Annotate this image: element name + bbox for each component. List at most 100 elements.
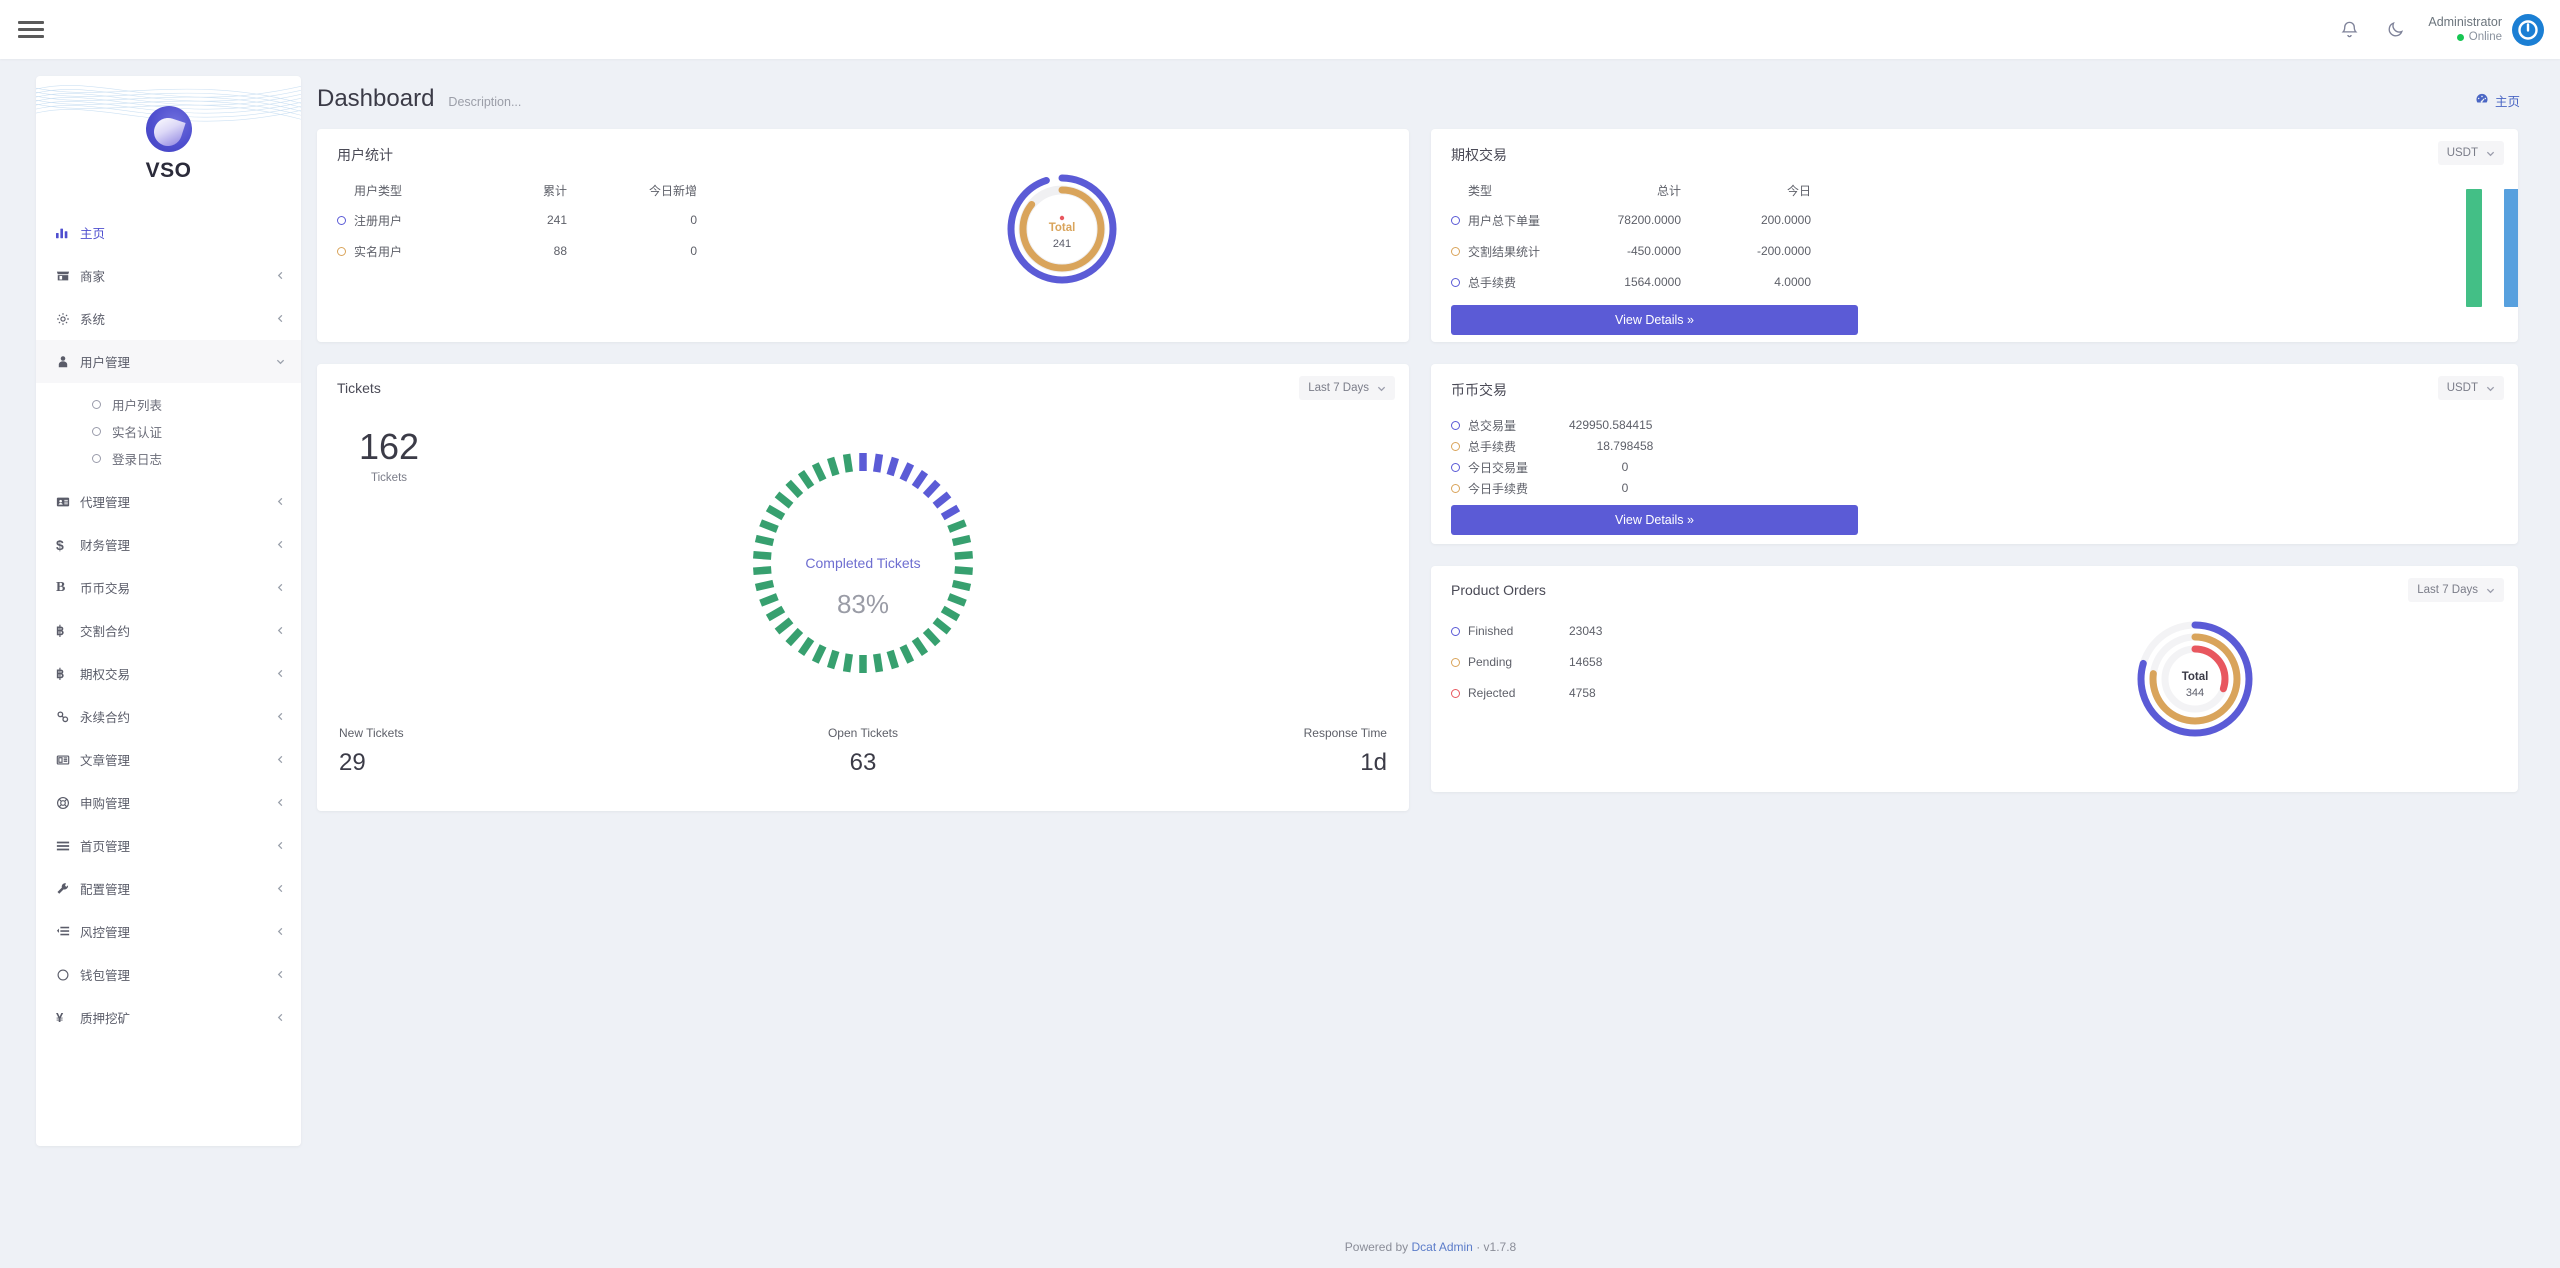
- sidebar-item-label: 币币交易: [80, 582, 131, 596]
- sidebar-item-perpetual-contract[interactable]: 永续合约: [36, 703, 301, 730]
- link-icon: [56, 710, 80, 724]
- sidebar: VSO 主页 商家 系统 用户管理 用户列表 实名认证 登录日志 代理管理 $ …: [36, 76, 301, 1146]
- donut-center-label: Total: [2182, 671, 2209, 683]
- bell-icon[interactable]: [2336, 17, 2362, 43]
- coin-currency-select[interactable]: USDT: [2437, 376, 2504, 400]
- options-currency-select[interactable]: USDT: [2437, 141, 2504, 165]
- options-view-details-button[interactable]: View Details »: [1451, 305, 1858, 335]
- product-orders-range-select[interactable]: Last 7 Days: [2408, 578, 2504, 602]
- table-row: 总手续费 18.798458: [1451, 437, 2518, 455]
- brand[interactable]: VSO: [36, 76, 301, 205]
- column-header-today: 今日新增: [648, 183, 697, 198]
- user-stats-donut-chart: Total 241: [1002, 169, 1122, 294]
- column-header-today: 今日: [1786, 183, 1811, 198]
- table-row: Rejected 4758: [1451, 682, 2518, 704]
- stat-value: 1d: [1360, 749, 1387, 776]
- avatar[interactable]: [2512, 13, 2544, 46]
- sidebar-item-label: 商家: [80, 270, 106, 284]
- circle-icon: [56, 968, 80, 982]
- chevron-left-icon: [276, 314, 285, 323]
- sidebar-item-merchant[interactable]: 商家: [36, 262, 301, 289]
- chevron-left-icon: [276, 583, 285, 592]
- card-title: Product Orders: [1451, 582, 1546, 598]
- gear-icon: [56, 312, 80, 326]
- coin-view-details-button[interactable]: View Details »: [1451, 505, 1858, 535]
- row-today: 0: [690, 213, 697, 227]
- main-content: Dashboard Description... 主页 用户统计 用户类型 累计: [301, 59, 2560, 1268]
- sidebar-item-finance-management[interactable]: $ 财务管理: [36, 531, 301, 558]
- range-label: Last 7 Days: [2417, 584, 2478, 596]
- row-label: Pending: [1451, 655, 1569, 669]
- sidebar-item-article-management[interactable]: 文章管理: [36, 746, 301, 773]
- sidebar-item-label: 交割合约: [80, 625, 131, 639]
- footer-link[interactable]: Dcat Admin: [1411, 1240, 1472, 1254]
- sidebar-subitem-identity-verify[interactable]: 实名认证: [36, 418, 301, 445]
- column-header-total: 累计: [542, 183, 567, 198]
- table-row: 今日手续费 0: [1451, 479, 2518, 497]
- sidebar-item-label: 风控管理: [80, 926, 131, 940]
- table-row: 用户总下单量 78200.0000 200.0000: [1451, 209, 2518, 231]
- sidebar-item-config-management[interactable]: 配置管理: [36, 875, 301, 902]
- chevron-left-icon: [276, 841, 285, 850]
- sidebar-item-home[interactable]: 主页: [36, 219, 301, 246]
- row-value: 14658: [1569, 655, 1603, 669]
- breadcrumb[interactable]: 主页: [2475, 91, 2520, 110]
- card-product-orders: Product Orders Last 7 Days Finished 2304…: [1431, 566, 2518, 792]
- sidebar-item-agent-management[interactable]: 代理管理: [36, 488, 301, 515]
- tickets-bottom-stats: New Tickets 29 Open Tickets 63 Response …: [317, 726, 1409, 799]
- sidebar-item-staking-mining[interactable]: ¥ 质押挖矿: [36, 1004, 301, 1031]
- sidebar-item-user-management[interactable]: 用户管理: [36, 348, 301, 375]
- sidebar-item-wallet-management[interactable]: 钱包管理: [36, 961, 301, 988]
- hamburger-icon[interactable]: [18, 19, 44, 41]
- tickets-total: 162 Tickets: [359, 426, 419, 484]
- row-label: Rejected: [1451, 686, 1569, 700]
- row-value: 429950.584415: [1569, 418, 1653, 432]
- sidebar-item-label: 代理管理: [80, 496, 131, 510]
- sidebar-item-coin-trading[interactable]: B 币币交易: [36, 574, 301, 601]
- table-row: 总交易量 429950.584415: [1451, 416, 2518, 434]
- vso-logo-icon: [145, 106, 192, 152]
- row-type: 实名用户: [337, 243, 455, 260]
- sidebar-nav: 主页 商家 系统 用户管理 用户列表 实名认证 登录日志 代理管理 $ 财务管理…: [36, 205, 301, 1069]
- row-type: 用户总下单量: [1451, 212, 1569, 229]
- table-row: Finished 23043: [1451, 620, 2518, 642]
- row-type: 交割结果统计: [1451, 243, 1569, 260]
- sidebar-item-homepage-management[interactable]: 首页管理: [36, 832, 301, 859]
- bitcoin-icon: ฿: [56, 665, 65, 681]
- sidebar-item-subscription-management[interactable]: 申购管理: [36, 789, 301, 816]
- id-card-icon: [56, 495, 80, 509]
- sidebar-subitem-login-log[interactable]: 登录日志: [36, 445, 301, 472]
- newspaper-icon: [56, 753, 80, 767]
- chevron-left-icon: [276, 970, 285, 979]
- chevron-left-icon: [276, 626, 285, 635]
- sidebar-item-risk-management[interactable]: 风控管理: [36, 918, 301, 945]
- sidebar-item-delivery-contract[interactable]: ฿ 交割合约: [36, 617, 301, 644]
- sidebar-group-user-management: 用户管理: [36, 340, 301, 383]
- row-today: 200.0000: [1760, 213, 1811, 227]
- table-header-row: 类型 总计 今日: [1451, 179, 2518, 201]
- row-today: 4.0000: [1774, 275, 1811, 289]
- card-coin-trading: 币币交易 USDT 总交易量 429950.584415 总手续费 18.798…: [1431, 364, 2518, 544]
- row-value: 18.798458: [1596, 439, 1654, 453]
- chevron-left-icon: [276, 712, 285, 721]
- sidebar-item-options-trading[interactable]: ฿ 期权交易: [36, 660, 301, 687]
- sidebar-subitem-label: 登录日志: [112, 453, 163, 467]
- user-menu[interactable]: Administrator Online: [2428, 13, 2544, 46]
- breadcrumb-label: 主页: [2494, 95, 2520, 109]
- product-orders-donut-chart: Total 344: [2130, 614, 2260, 749]
- tickets-count: 162: [359, 426, 420, 467]
- donut-center-value: 241: [1053, 238, 1071, 250]
- chevron-left-icon: [276, 669, 285, 678]
- yen-icon: ¥: [56, 1010, 64, 1025]
- row-total: 1564.0000: [1624, 275, 1681, 289]
- moon-icon[interactable]: [2382, 17, 2408, 43]
- table-row: 注册用户 241 0: [337, 209, 1409, 231]
- sidebar-item-label: 期权交易: [80, 668, 131, 682]
- card-title: 用户统计: [337, 147, 393, 163]
- table-row: Pending 14658: [1451, 651, 2518, 673]
- sidebar-subitem-user-list[interactable]: 用户列表: [36, 391, 301, 418]
- bar-chart-icon: [56, 226, 80, 240]
- bar-series-2: [2504, 189, 2518, 307]
- sidebar-item-system[interactable]: 系统: [36, 305, 301, 332]
- chevron-left-icon: [276, 798, 285, 807]
